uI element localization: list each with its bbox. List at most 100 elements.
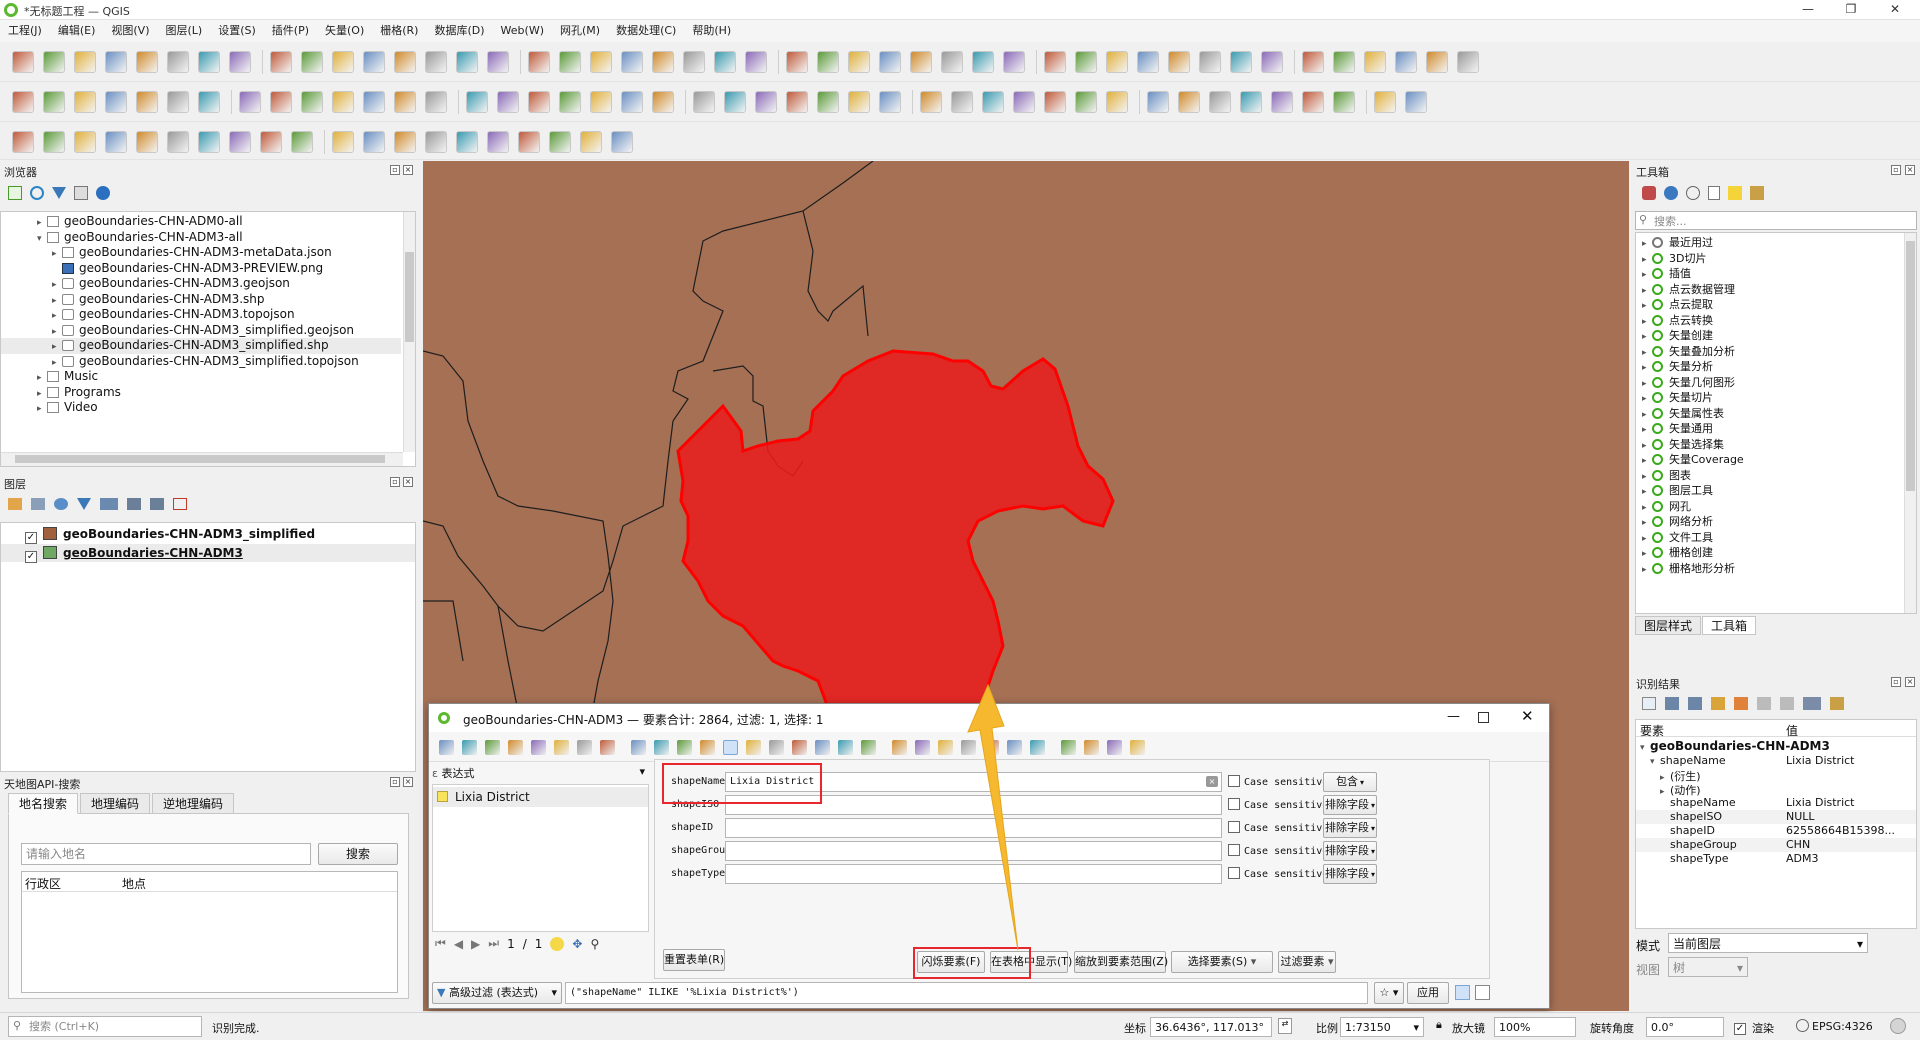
toolbar-tool-icon[interactable] [549, 131, 571, 153]
remove-layer-icon[interactable] [173, 498, 187, 510]
attr-toolbar-icon[interactable] [1130, 740, 1145, 755]
field-mode-dropdown[interactable]: 包含 ▾ [1323, 772, 1377, 792]
rotation-input[interactable]: 0.0° [1646, 1017, 1724, 1037]
toolbar-tool-icon[interactable] [941, 51, 963, 73]
toolbar-tool-icon[interactable] [559, 51, 581, 73]
float-panel-icon[interactable]: ▫ [390, 777, 400, 787]
collapse-all-icon[interactable] [74, 186, 88, 200]
filter-features-button[interactable]: 过滤要素 ▾ [1278, 951, 1336, 973]
identify-layer-row[interactable]: ▾ geoBoundaries-CHN-ADM3 [1640, 739, 1830, 753]
toolbar-tool-icon[interactable] [487, 131, 509, 153]
collapse-all-icon[interactable] [1665, 697, 1679, 710]
expand-arrow-icon[interactable]: ▾ [37, 230, 47, 249]
toolbar-tool-icon[interactable] [12, 51, 34, 73]
toolbar-tool-icon[interactable] [1013, 91, 1035, 113]
toolbox-item[interactable]: ▸ 栅格地形分析 [1642, 559, 1735, 578]
toolbar-tool-icon[interactable] [1137, 51, 1159, 73]
tianditu-tab[interactable]: 地理编码 [80, 793, 151, 814]
toolbar-tool-icon[interactable] [291, 131, 313, 153]
toolbar-tool-icon[interactable] [167, 51, 189, 73]
toolbar-tool-icon[interactable] [1230, 51, 1252, 73]
tianditu-tab[interactable]: 地名搜索 [8, 793, 79, 814]
attr-toolbar-icon[interactable] [700, 740, 715, 755]
scripts-icon[interactable] [1664, 186, 1678, 200]
menu-item[interactable]: 编辑(E) [50, 20, 104, 42]
scale-input[interactable]: 1:73150 ▾ [1340, 1017, 1424, 1037]
attr-toolbar-icon[interactable] [769, 740, 784, 755]
attr-toolbar-icon[interactable] [577, 740, 592, 755]
toolbar-tool-icon[interactable] [394, 131, 416, 153]
field-mode-dropdown[interactable]: 排除字段 ▾ [1323, 841, 1377, 861]
toolbar-tool-icon[interactable] [1075, 51, 1097, 73]
toolbar-tool-icon[interactable] [590, 91, 612, 113]
lock-scale-icon[interactable]: 🔒︎ [1436, 1018, 1442, 1032]
toolbar-tool-icon[interactable] [1209, 91, 1231, 113]
toolbar-tool-icon[interactable] [621, 91, 643, 113]
attr-toolbar-icon[interactable] [439, 740, 454, 755]
mode-dropdown[interactable]: 当前图层 ▾ [1668, 933, 1868, 953]
toolbar-tool-icon[interactable] [260, 131, 282, 153]
expand-tree-icon[interactable] [1642, 697, 1656, 710]
edit-features-in-place-icon[interactable] [1728, 186, 1742, 200]
float-panel-icon[interactable]: ▫ [390, 165, 400, 175]
field-mode-dropdown[interactable]: 排除字段 ▾ [1323, 818, 1377, 838]
toolbar-tool-icon[interactable] [1199, 51, 1221, 73]
expand-all-icon[interactable] [1688, 697, 1702, 710]
menu-item[interactable]: 工程(J) [0, 20, 50, 42]
identify-row[interactable]: ▸ (动作) [1636, 782, 1916, 797]
toolbar-tool-icon[interactable] [786, 51, 808, 73]
feature-list-item[interactable]: Lixia District [433, 787, 648, 807]
highlight-icon[interactable] [550, 936, 565, 951]
toolbar-tool-icon[interactable] [43, 131, 65, 153]
crs-label[interactable]: EPSG:4326 [1812, 1020, 1873, 1033]
tianditu-search-button[interactable]: 搜索 [318, 843, 398, 865]
toolbar-tool-icon[interactable] [1106, 91, 1128, 113]
locator-search-input[interactable]: 搜索 (Ctrl+K) [8, 1016, 202, 1037]
attr-toolbar-icon[interactable] [861, 740, 876, 755]
last-feature-icon[interactable]: ⏭ [488, 936, 499, 951]
toolbar-tool-icon[interactable] [528, 91, 550, 113]
toolbar-tool-icon[interactable] [1168, 51, 1190, 73]
copy-feature-icon[interactable] [1757, 697, 1771, 710]
toolbar-tool-icon[interactable] [745, 51, 767, 73]
case-sensitive-checkbox[interactable]: Case sensitive [1228, 821, 1328, 834]
toolbar-tool-icon[interactable] [1302, 51, 1324, 73]
attr-toolbar-icon[interactable] [1107, 740, 1122, 755]
toolbar-tool-icon[interactable] [332, 91, 354, 113]
toolbar-tool-icon[interactable] [1426, 51, 1448, 73]
toolbar-tool-icon[interactable] [1302, 91, 1324, 113]
expression-header[interactable]: ε 表达式 ▾ [432, 765, 649, 782]
scrollbar-thumb[interactable] [15, 455, 385, 463]
toolbar-tool-icon[interactable] [714, 51, 736, 73]
menu-item[interactable]: 数据处理(C) [608, 20, 684, 42]
toolbar-tool-icon[interactable] [1075, 91, 1097, 113]
messages-icon[interactable] [1890, 1018, 1906, 1034]
toolbar-tool-icon[interactable] [724, 91, 746, 113]
close-panel-icon[interactable]: × [403, 777, 413, 787]
menu-item[interactable]: 矢量(O) [317, 20, 372, 42]
toolbar-tool-icon[interactable] [1333, 51, 1355, 73]
attr-close-button[interactable]: ✕ [1521, 707, 1534, 725]
menu-item[interactable]: 数据库(D) [426, 20, 492, 42]
toolbar-tool-icon[interactable] [167, 131, 189, 153]
toolbar-tool-icon[interactable] [817, 51, 839, 73]
layer-item[interactable]: ✓ geoBoundaries-CHN-ADM3_simplified [25, 525, 315, 544]
toolbar-tool-icon[interactable] [786, 91, 808, 113]
identify-row[interactable]: shapeISO NULL [1636, 810, 1916, 824]
attr-toolbar-icon[interactable] [838, 740, 853, 755]
identify-row[interactable]: shapeType ADM3 [1636, 852, 1916, 866]
toolbar-tool-icon[interactable] [1395, 51, 1417, 73]
toolbar-tool-icon[interactable] [198, 131, 220, 153]
toolbar-tool-icon[interactable] [951, 91, 973, 113]
toolbar-tool-icon[interactable] [611, 131, 633, 153]
toolbar-tool-icon[interactable] [301, 91, 323, 113]
place-name-input[interactable]: 请输入地名 [21, 843, 311, 865]
menu-item[interactable]: 插件(P) [264, 20, 317, 42]
attr-maximize-button[interactable] [1478, 712, 1489, 723]
toolbar-tool-icon[interactable] [652, 51, 674, 73]
toolbar-tool-icon[interactable] [270, 91, 292, 113]
toolbar-tool-icon[interactable] [12, 91, 34, 113]
add-group-icon[interactable] [31, 498, 45, 510]
filter-icon[interactable] [52, 187, 66, 199]
advanced-filter-dropdown[interactable]: ▼ 高级过滤 (表达式) ▾ [432, 982, 562, 1004]
